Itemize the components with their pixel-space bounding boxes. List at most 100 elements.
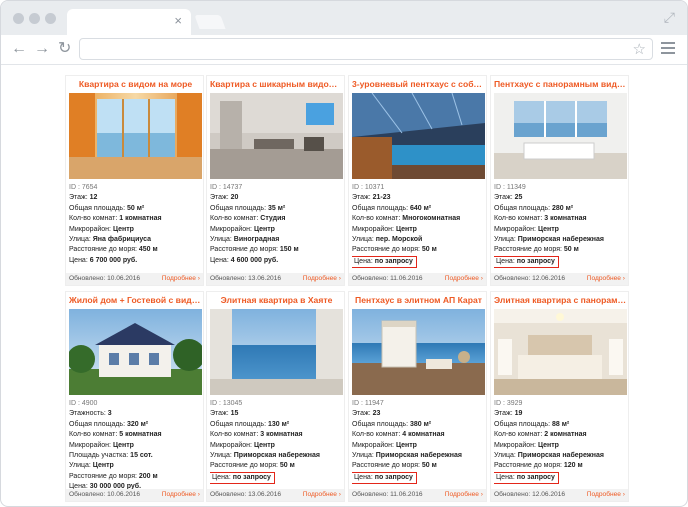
- price-value: Цена: по запросу: [494, 471, 559, 484]
- detail-label: Общая площадь:: [494, 204, 552, 212]
- listing-photo[interactable]: [494, 93, 627, 179]
- detail-row: Расстояние до моря: 50 м: [352, 461, 485, 471]
- detail-row: Кол-во комнат: 3 комнатная: [494, 214, 627, 224]
- detail-row: Общая площадь: 640 м²: [352, 204, 485, 214]
- expand-icon[interactable]: ⤢: [664, 9, 675, 26]
- new-tab-button[interactable]: [194, 15, 226, 29]
- detail-row: Этаж: 21-23: [352, 193, 485, 203]
- detail-label: Микрорайон:: [352, 225, 396, 233]
- listing-card[interactable]: 3-уровневый пентхаус с собств... ID : 103…: [348, 75, 487, 286]
- menu-icon[interactable]: [661, 39, 675, 57]
- detail-label: ID :: [69, 400, 82, 407]
- detail-label: Расстояние до моря:: [69, 246, 139, 254]
- listing-card[interactable]: Жилой дом + Гостевой с видом ... ID : 490…: [65, 291, 204, 502]
- more-link[interactable]: Подробнее ›: [303, 489, 341, 501]
- listing-card[interactable]: Пентхаус в элитном АП Карат ID : 11947 Эта…: [348, 291, 487, 502]
- detail-row: Этаж: 25: [494, 193, 627, 203]
- listing-title-link[interactable]: Элитная квартира в Хаяте: [210, 295, 343, 308]
- detail-label: Кол-во комнат:: [210, 431, 261, 439]
- detail-label: Расстояние до моря:: [352, 246, 422, 254]
- detail-value: 380 м²: [409, 420, 432, 428]
- detail-row: Кол-во комнат: Многокомнатная: [352, 214, 485, 224]
- listing-card[interactable]: Квартира с шикарным видом на... ID : 1473…: [206, 75, 345, 286]
- detail-label: Улица:: [352, 236, 376, 244]
- detail-row: Общая площадь: 380 м²: [352, 420, 485, 430]
- address-bar[interactable]: ☆: [79, 38, 653, 60]
- listing-photo[interactable]: [352, 93, 485, 179]
- listing-card[interactable]: Квартира с видом на море ID : 7654 Этаж: 1…: [65, 75, 204, 286]
- more-link[interactable]: Подробнее ›: [162, 273, 200, 285]
- listing-photo[interactable]: [494, 309, 627, 395]
- listing-photo[interactable]: [69, 309, 202, 395]
- detail-label: Этаж:: [210, 410, 231, 418]
- detail-label: Этаж:: [494, 194, 515, 202]
- listing-photo[interactable]: [69, 93, 202, 179]
- more-link[interactable]: Подробнее ›: [587, 489, 625, 501]
- detail-label: Этаж:: [352, 194, 373, 202]
- detail-label: Улица:: [210, 236, 234, 244]
- detail-row: Этаж: 23: [352, 409, 485, 419]
- listing-title-link[interactable]: Квартира с видом на море: [69, 79, 202, 92]
- listing-details: ID : 14737 Этаж: 20 Общая площадь: 35 м² Ко…: [210, 183, 343, 266]
- tab-bar: × ⤢: [1, 1, 687, 35]
- listing-details: ID : 4900 Этажность: 3 Общая площадь: 320 …: [69, 399, 202, 493]
- updated-date: Обновлено: 13.06.2016: [210, 489, 281, 501]
- listing-title-link[interactable]: Пентхаус в элитном АП Карат: [352, 295, 485, 308]
- reload-icon[interactable]: ↻: [58, 40, 71, 58]
- browser-tab[interactable]: ×: [67, 9, 191, 35]
- listing-card[interactable]: Пентхаус с панорамным видом ID : 11349 Эта…: [490, 75, 629, 286]
- detail-label: Расстояние до моря:: [352, 462, 422, 470]
- more-link[interactable]: Подробнее ›: [303, 273, 341, 285]
- listing-title-link[interactable]: Квартира с шикарным видом на...: [210, 79, 343, 92]
- back-arrow-icon[interactable]: ←: [11, 40, 27, 58]
- detail-value: пер. Морской: [375, 236, 423, 244]
- listing-title-link[interactable]: Пентхаус с панорамным видом: [494, 79, 627, 92]
- detail-label: Этаж:: [210, 194, 231, 202]
- detail-label: Кол-во комнат:: [69, 215, 120, 223]
- price-row: Цена: по запросу: [494, 255, 627, 268]
- detail-row: Общая площадь: 88 м²: [494, 420, 627, 430]
- more-link[interactable]: Подробнее ›: [445, 489, 483, 501]
- detail-value: 21-23: [372, 194, 391, 202]
- detail-label: Кол-во комнат:: [352, 215, 403, 223]
- updated-date: Обновлено: 10.06.2016: [69, 273, 140, 285]
- updated-date: Обновлено: 10.06.2016: [69, 489, 140, 501]
- detail-row: Этаж: 15: [210, 409, 343, 419]
- detail-label: Микрорайон:: [210, 441, 254, 449]
- more-link[interactable]: Подробнее ›: [587, 273, 625, 285]
- listing-title-link[interactable]: Элитная квартира с панорамны...: [494, 295, 627, 308]
- window-control-dot[interactable]: [13, 13, 24, 24]
- detail-value: 35 м²: [267, 204, 286, 212]
- listing-title-link[interactable]: Жилой дом + Гостевой с видом ...: [69, 295, 202, 308]
- detail-label: Микрорайон:: [69, 225, 113, 233]
- detail-row: Улица: Виноградная: [210, 235, 343, 245]
- detail-value: 7654: [81, 184, 98, 191]
- listing-title-link[interactable]: 3-уровневый пентхаус с собств...: [352, 79, 485, 92]
- price-label: Цена:: [496, 257, 517, 265]
- detail-label: Расстояние до моря:: [210, 462, 280, 470]
- price-label: Цена:: [354, 257, 375, 265]
- detail-row: ID : 10371: [352, 183, 485, 193]
- price-label: Цена:: [212, 473, 233, 481]
- detail-label: Кол-во комнат:: [494, 431, 545, 439]
- price-amount: по запросу: [232, 473, 271, 481]
- listing-card[interactable]: Элитная квартира с панорамны... ID : 3929…: [490, 291, 629, 502]
- window-control-dot[interactable]: [45, 13, 56, 24]
- listing-photo[interactable]: [352, 309, 485, 395]
- detail-row: Микрорайон: Центр: [210, 225, 343, 235]
- detail-label: Кол-во комнат:: [69, 431, 120, 439]
- window-control-dot[interactable]: [29, 13, 40, 24]
- updated-date: Обновлено: 12.06.2016: [494, 273, 565, 285]
- forward-arrow-icon[interactable]: →: [34, 40, 50, 58]
- more-link[interactable]: Подробнее ›: [162, 489, 200, 501]
- close-icon[interactable]: ×: [174, 14, 182, 28]
- more-link[interactable]: Подробнее ›: [445, 273, 483, 285]
- listing-photo[interactable]: [210, 309, 343, 395]
- star-icon[interactable]: ☆: [633, 40, 646, 58]
- listing-photo[interactable]: [210, 93, 343, 179]
- listing-card[interactable]: Элитная квартира в Хаяте ID : 13045 Этаж: …: [206, 291, 345, 502]
- detail-row: Общая площадь: 280 м²: [494, 204, 627, 214]
- detail-row: Расстояние до моря: 50 м: [494, 245, 627, 255]
- price-row: Цена: по запросу: [494, 471, 627, 484]
- detail-value: 320 м²: [126, 420, 149, 428]
